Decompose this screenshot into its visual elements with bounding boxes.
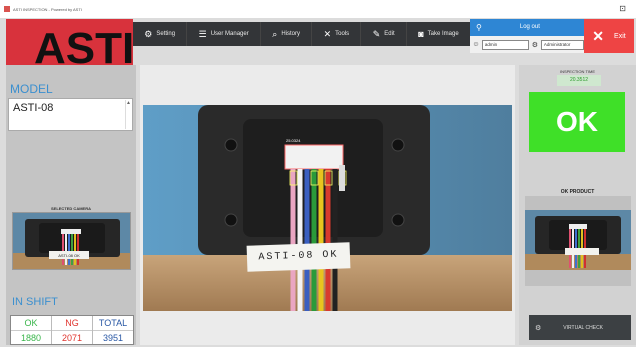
take-image-button-label: Take Image	[427, 31, 459, 37]
thumbnail-label-text: ASTI-08 OK	[58, 253, 80, 258]
model-scrollbar[interactable]: ▲	[125, 100, 131, 129]
ok-count-column: OK 1880	[11, 316, 52, 344]
sliders-icon: ☰	[198, 28, 207, 39]
camera-icon: ◙	[418, 29, 424, 39]
selected-camera-label: SELECTED CAMERA	[50, 206, 91, 211]
user-manager-button-label: User Manager	[210, 31, 249, 37]
virtual-check-label: VIRTUAL CHECK	[563, 324, 604, 331]
account-panel: ⚲ Log out ☺ admin ⚙ Administrator	[470, 19, 585, 53]
user-icon: ⚲	[476, 22, 482, 32]
ng-count-value: 2071	[52, 330, 92, 344]
virtual-check-button[interactable]: ⚙ VIRTUAL CHECK	[529, 315, 631, 340]
product-label: ASTI-08 OK	[246, 242, 351, 272]
total-count-value: 3951	[93, 330, 133, 344]
magnifier-icon: ⌕	[272, 28, 278, 39]
role-field[interactable]: Administrator	[540, 39, 585, 50]
ok-product-thumbnail[interactable]	[525, 196, 631, 286]
pencil-icon: ✎	[372, 28, 381, 39]
user-manager-button[interactable]: ☰ User Manager	[187, 22, 262, 46]
title-bar: ASTI INSPECTION - Powered by ASTI ⊡	[0, 0, 636, 18]
app-icon	[4, 6, 10, 12]
in-shift-label: IN SHIFT	[12, 296, 58, 308]
ng-count-header: NG	[65, 318, 79, 328]
total-count-column: TOTAL 3951	[93, 316, 133, 344]
edit-button-label: Edit	[384, 31, 395, 37]
tools-button-label: Tools	[335, 31, 350, 37]
role-icon: ⚙	[531, 41, 539, 49]
model-select[interactable]: ASTI-08 ▲	[8, 98, 133, 131]
setting-button[interactable]: ⚙ Setting	[133, 22, 188, 46]
setting-button-label: Setting	[156, 31, 176, 37]
ng-count-column: NG 2071	[52, 316, 93, 344]
close-icon: ✕	[592, 27, 605, 44]
right-panel: INSPECTION TIME 20.3512 OK OK PRODUCT ⚙ …	[519, 65, 636, 345]
total-count-header: TOTAL	[98, 318, 128, 328]
main-toolbar: ⚙ Setting ☰ User Manager ⌕ History ✕ Too…	[133, 22, 470, 46]
inspection-time-value: 20.3512	[557, 75, 601, 86]
result-indicator: OK	[529, 92, 625, 152]
user-row: ☺ admin ⚙ Administrator	[470, 36, 585, 53]
inspection-time-label: INSPECTION TIME	[559, 69, 596, 74]
window-controls[interactable]: ⊡	[619, 4, 626, 13]
exit-button[interactable]: ✕ Exit	[584, 19, 634, 53]
left-panel: MODEL ASTI-08 ▲ SELECTED CAMERA ASTI-08 …	[6, 65, 136, 345]
window-title: ASTI INSPECTION - Powered by ASTI	[13, 6, 82, 12]
person-icon: ☺	[472, 41, 480, 48]
tools-icon: ✕	[323, 28, 332, 39]
gear-icon: ⚙	[535, 324, 542, 332]
selected-camera-thumbnail[interactable]: ASTI-08 OK	[12, 212, 131, 270]
logo-text: ASTI	[34, 24, 133, 65]
logout-button[interactable]: ⚲ Log out	[470, 19, 584, 35]
tools-button[interactable]: ✕ Tools	[312, 22, 362, 46]
history-button-label: History	[281, 31, 301, 37]
ok-count-header: OK	[24, 318, 38, 328]
brand-logo: ASTI	[6, 19, 133, 65]
take-image-button[interactable]: ◙ Take Image	[407, 22, 470, 46]
edit-button[interactable]: ✎ Edit	[361, 22, 407, 46]
shift-counts-table: OK 1880 NG 2071 TOTAL 3951	[10, 315, 134, 345]
username-field[interactable]: admin	[481, 39, 529, 50]
detection-tag: 25.0324	[286, 138, 301, 143]
camera-live-view[interactable]: 25.0324	[143, 105, 512, 311]
model-value: ASTI-08	[13, 102, 54, 114]
logout-label: Log out	[519, 24, 540, 30]
model-label: MODEL	[10, 82, 53, 96]
exit-label: Exit	[614, 32, 626, 40]
history-button[interactable]: ⌕ History	[261, 22, 313, 46]
ok-product-label: OK PRODUCT	[560, 189, 595, 195]
ok-count-value: 1880	[11, 330, 51, 344]
gear-icon: ⚙	[144, 28, 153, 39]
